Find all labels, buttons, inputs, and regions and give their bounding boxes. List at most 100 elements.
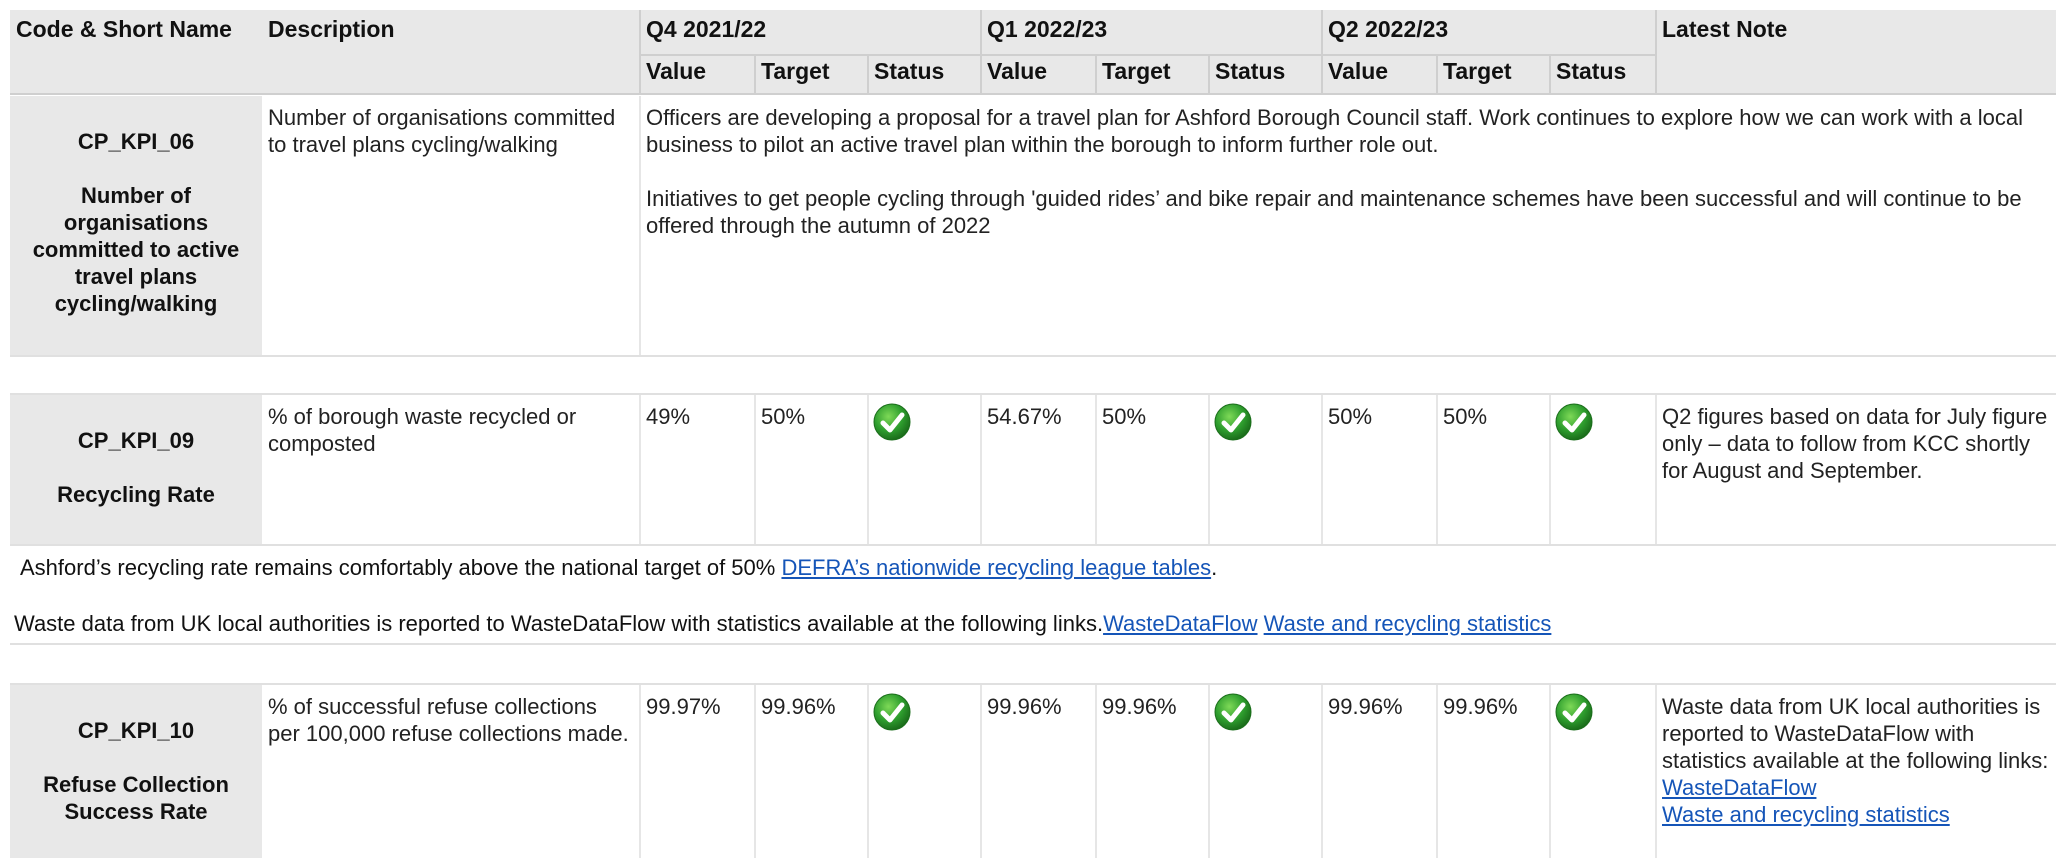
row-bottom-rule	[10, 544, 2056, 546]
header-q4-status: Status	[874, 58, 945, 84]
header-q2-status: Status	[1556, 58, 1627, 84]
kpi-latest-note: Q2 figures based on data for July figure…	[1662, 404, 2048, 483]
header-q4-target: Target	[761, 58, 830, 84]
header-q1-status: Status	[1215, 58, 1286, 84]
ok-icon	[873, 693, 911, 731]
header-divider	[1095, 55, 1097, 94]
q4-target: 99.96%	[761, 694, 836, 719]
q1-status	[1213, 692, 1253, 737]
row-divider	[639, 685, 641, 858]
kpi-note: Officers are developing a proposal for a…	[640, 96, 2056, 356]
q2-status	[1554, 402, 1594, 447]
header-divider	[1208, 55, 1210, 94]
header-q2-value: Value	[1328, 58, 1389, 84]
kpi-code: CP_KPI_06	[77, 129, 195, 154]
defra-league-tables-link[interactable]: DEFRA’s nationwide recycling league tabl…	[781, 555, 1211, 580]
header-divider	[1655, 10, 1657, 94]
row-divider	[1321, 685, 1323, 858]
row-divider	[867, 395, 869, 545]
q2-value: 99.96%	[1328, 694, 1403, 719]
kpi-code-cell: CP_KPI_09 Recycling Rate	[10, 395, 262, 545]
header-period-q1: Q1 2022/23	[987, 16, 1108, 42]
kpi-short-name: Refuse Collection Success Rate	[43, 772, 229, 824]
q1-status	[1213, 402, 1253, 447]
kpi-code: CP_KPI_09	[77, 428, 195, 453]
kpi-footnote-text: Ashford’s recycling rate remains comfort…	[20, 555, 782, 580]
ok-icon	[1555, 403, 1593, 441]
row-divider	[1208, 685, 1210, 858]
row-divider	[1095, 395, 1097, 545]
q1-value: 99.96%	[987, 694, 1062, 719]
q2-status	[1554, 692, 1594, 737]
row-divider	[639, 96, 641, 356]
kpi-code: CP_KPI_10	[77, 718, 195, 743]
row-divider	[867, 685, 869, 858]
kpi-description: Number of organisations committed to tra…	[268, 105, 616, 157]
header-q2-target: Target	[1443, 58, 1512, 84]
row-divider	[754, 685, 756, 858]
header-q1-value: Value	[987, 58, 1048, 84]
row-divider	[754, 395, 756, 545]
header-q1-target: Target	[1102, 58, 1171, 84]
ok-icon	[1214, 403, 1252, 441]
header-period-q2: Q2 2022/23	[1328, 16, 1449, 42]
row-divider	[1655, 395, 1657, 545]
ok-icon	[1214, 693, 1252, 731]
ok-icon	[873, 403, 911, 441]
q2-value: 50%	[1328, 404, 1373, 429]
q1-value: 54.67%	[987, 404, 1062, 429]
kpi-short-name: Number of organisations committed to act…	[32, 183, 240, 316]
kpi-description: % of successful refuse collections per 1…	[268, 694, 629, 746]
kpi-latest-note-text: Waste data from UK local authorities is …	[1662, 694, 2049, 773]
kpi-code-cell: CP_KPI_06 Number of organisations commit…	[10, 96, 262, 356]
row-bottom-rule	[10, 355, 2056, 357]
header-divider	[640, 54, 1656, 56]
row-divider	[1436, 685, 1438, 858]
q1-target: 99.96%	[1102, 694, 1177, 719]
header-description: Description	[268, 16, 395, 42]
kpi-latest-note: Waste data from UK local authorities is …	[1656, 685, 2056, 828]
header-period-q4: Q4 2021/22	[646, 16, 767, 42]
waste-recycling-statistics-link[interactable]: Waste and recycling statistics	[1662, 802, 1950, 827]
q4-status	[872, 692, 912, 737]
row-divider	[1208, 395, 1210, 545]
kpi-code-cell: CP_KPI_10 Refuse Collection Success Rate	[10, 685, 262, 858]
wastedataflow-link[interactable]: WasteDataFlow	[1662, 775, 1816, 800]
row-divider	[1549, 685, 1551, 858]
kpi-note-paragraph: Officers are developing a proposal for a…	[646, 105, 2023, 157]
q2-target: 99.96%	[1443, 694, 1518, 719]
kpi-footnote: Ashford’s recycling rate remains comfort…	[20, 554, 2050, 581]
header-latest-note: Latest Note	[1662, 16, 1788, 42]
q4-value: 99.97%	[646, 694, 721, 719]
q2-target: 50%	[1443, 404, 1488, 429]
row-divider	[1549, 395, 1551, 545]
kpi-footnote: Waste data from UK local authorities is …	[14, 610, 2044, 637]
header-divider	[754, 55, 756, 94]
header-divider	[980, 10, 982, 94]
header-divider	[867, 55, 869, 94]
q1-target: 50%	[1102, 404, 1147, 429]
kpi-footnote-end: .	[1211, 555, 1218, 580]
kpi-description: % of borough waste recycled or composted	[268, 404, 577, 456]
wastedataflow-link[interactable]: WasteDataFlow	[1103, 611, 1257, 636]
header-divider	[639, 10, 641, 94]
ok-icon	[1555, 693, 1593, 731]
row-divider	[1655, 685, 1657, 858]
header-divider	[1436, 55, 1438, 94]
kpi-note-paragraph: Initiatives to get people cycling throug…	[646, 186, 2022, 238]
q4-status	[872, 402, 912, 447]
row-divider	[980, 395, 982, 545]
header-divider	[1321, 10, 1323, 94]
section-rule	[10, 643, 2056, 645]
q4-value: 49%	[646, 404, 691, 429]
q4-target: 50%	[761, 404, 806, 429]
header-code-short-name: Code & Short Name	[16, 16, 232, 42]
header-q4-value: Value	[646, 58, 707, 84]
kpi-short-name: Recycling Rate	[57, 482, 215, 507]
row-divider	[980, 685, 982, 858]
waste-recycling-statistics-link[interactable]: Waste and recycling statistics	[1264, 611, 1552, 636]
row-divider	[1436, 395, 1438, 545]
header-divider	[1549, 55, 1551, 94]
row-divider	[639, 395, 641, 545]
header-bottom-rule	[10, 93, 2056, 95]
